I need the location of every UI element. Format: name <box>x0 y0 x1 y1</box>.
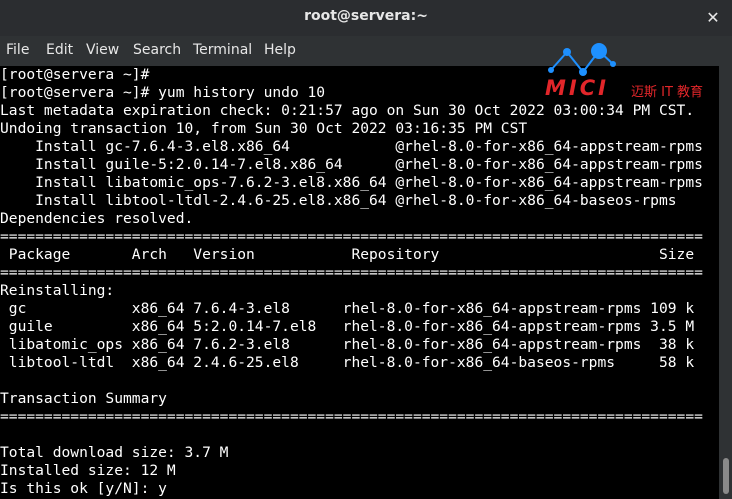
menu-view[interactable]: View <box>86 42 119 58</box>
title-bar[interactable]: root@servera:~ ✕ <box>0 0 732 36</box>
table-row: gc x86_64 7.6.4-3.el8 rhel-8.0-for-x86_6… <box>0 300 695 317</box>
brand-subtitle: 迈斯 IT 教育 <box>631 85 704 100</box>
terminal-window: root@servera:~ ✕ File Edit View Search T… <box>0 0 732 499</box>
table-row: libtool-ltdl x86_64 2.4.6-25.el8 rhel-8.… <box>0 354 695 371</box>
terminal-line: Install libatomic_ops-7.6.2-3.el8.x86_64… <box>0 174 703 191</box>
menu-help[interactable]: Help <box>264 42 296 58</box>
terminal-line: Dependencies resolved. <box>0 210 194 227</box>
terminal-line: Reinstalling: <box>0 282 115 299</box>
terminal-line: Last metadata expiration check: 0:21:57 … <box>0 102 695 119</box>
terminal-separator: ========================================… <box>0 264 703 281</box>
terminal-line: [root@servera ~]# <box>0 66 150 83</box>
terminal-line: Undoing transaction 10, from Sun 30 Oct … <box>0 120 528 137</box>
menu-terminal[interactable]: Terminal <box>193 42 252 58</box>
brand-name: MICI <box>545 76 609 100</box>
terminal-line: [root@servera ~]# yum history undo 10 <box>0 84 326 101</box>
terminal-output[interactable]: [root@servera ~]# [root@servera ~]# yum … <box>0 66 719 499</box>
scrollbar-thumb[interactable] <box>723 458 729 494</box>
terminal-line: Install guile-5:2.0.14-7.el8.x86_64 @rhe… <box>0 156 703 173</box>
terminal-line: Total download size: 3.7 M <box>0 444 229 461</box>
menu-file[interactable]: File <box>6 42 29 58</box>
vertical-scrollbar[interactable] <box>719 66 732 499</box>
terminal-line: Transaction Summary <box>0 390 167 407</box>
terminal-line: Install libtool-ltdl-2.4.6-25.el8.x86_64… <box>0 192 677 209</box>
window-title: root@servera:~ <box>304 8 428 24</box>
terminal-separator: ========================================… <box>0 228 703 245</box>
brand-watermark: MICI 迈斯 IT 教育 <box>543 40 715 100</box>
table-row: guile x86_64 5:2.0.14-7.el8 rhel-8.0-for… <box>0 318 695 335</box>
table-row: libatomic_ops x86_64 7.6.2-3.el8 rhel-8.… <box>0 336 695 353</box>
terminal-line: Installed size: 12 M <box>0 462 176 479</box>
terminal-line: Install gc-7.6.4-3.el8.x86_64 @rhel-8.0-… <box>0 138 703 155</box>
close-icon[interactable]: ✕ <box>702 7 724 29</box>
menu-search[interactable]: Search <box>133 42 181 58</box>
terminal-prompt-line: Is this ok [y/N]: y <box>0 480 167 497</box>
menu-edit[interactable]: Edit <box>46 42 73 58</box>
network-nodes-icon <box>548 43 616 76</box>
table-header: Package Arch Version Repository Size <box>0 246 695 263</box>
terminal-separator: ========================================… <box>0 408 703 425</box>
